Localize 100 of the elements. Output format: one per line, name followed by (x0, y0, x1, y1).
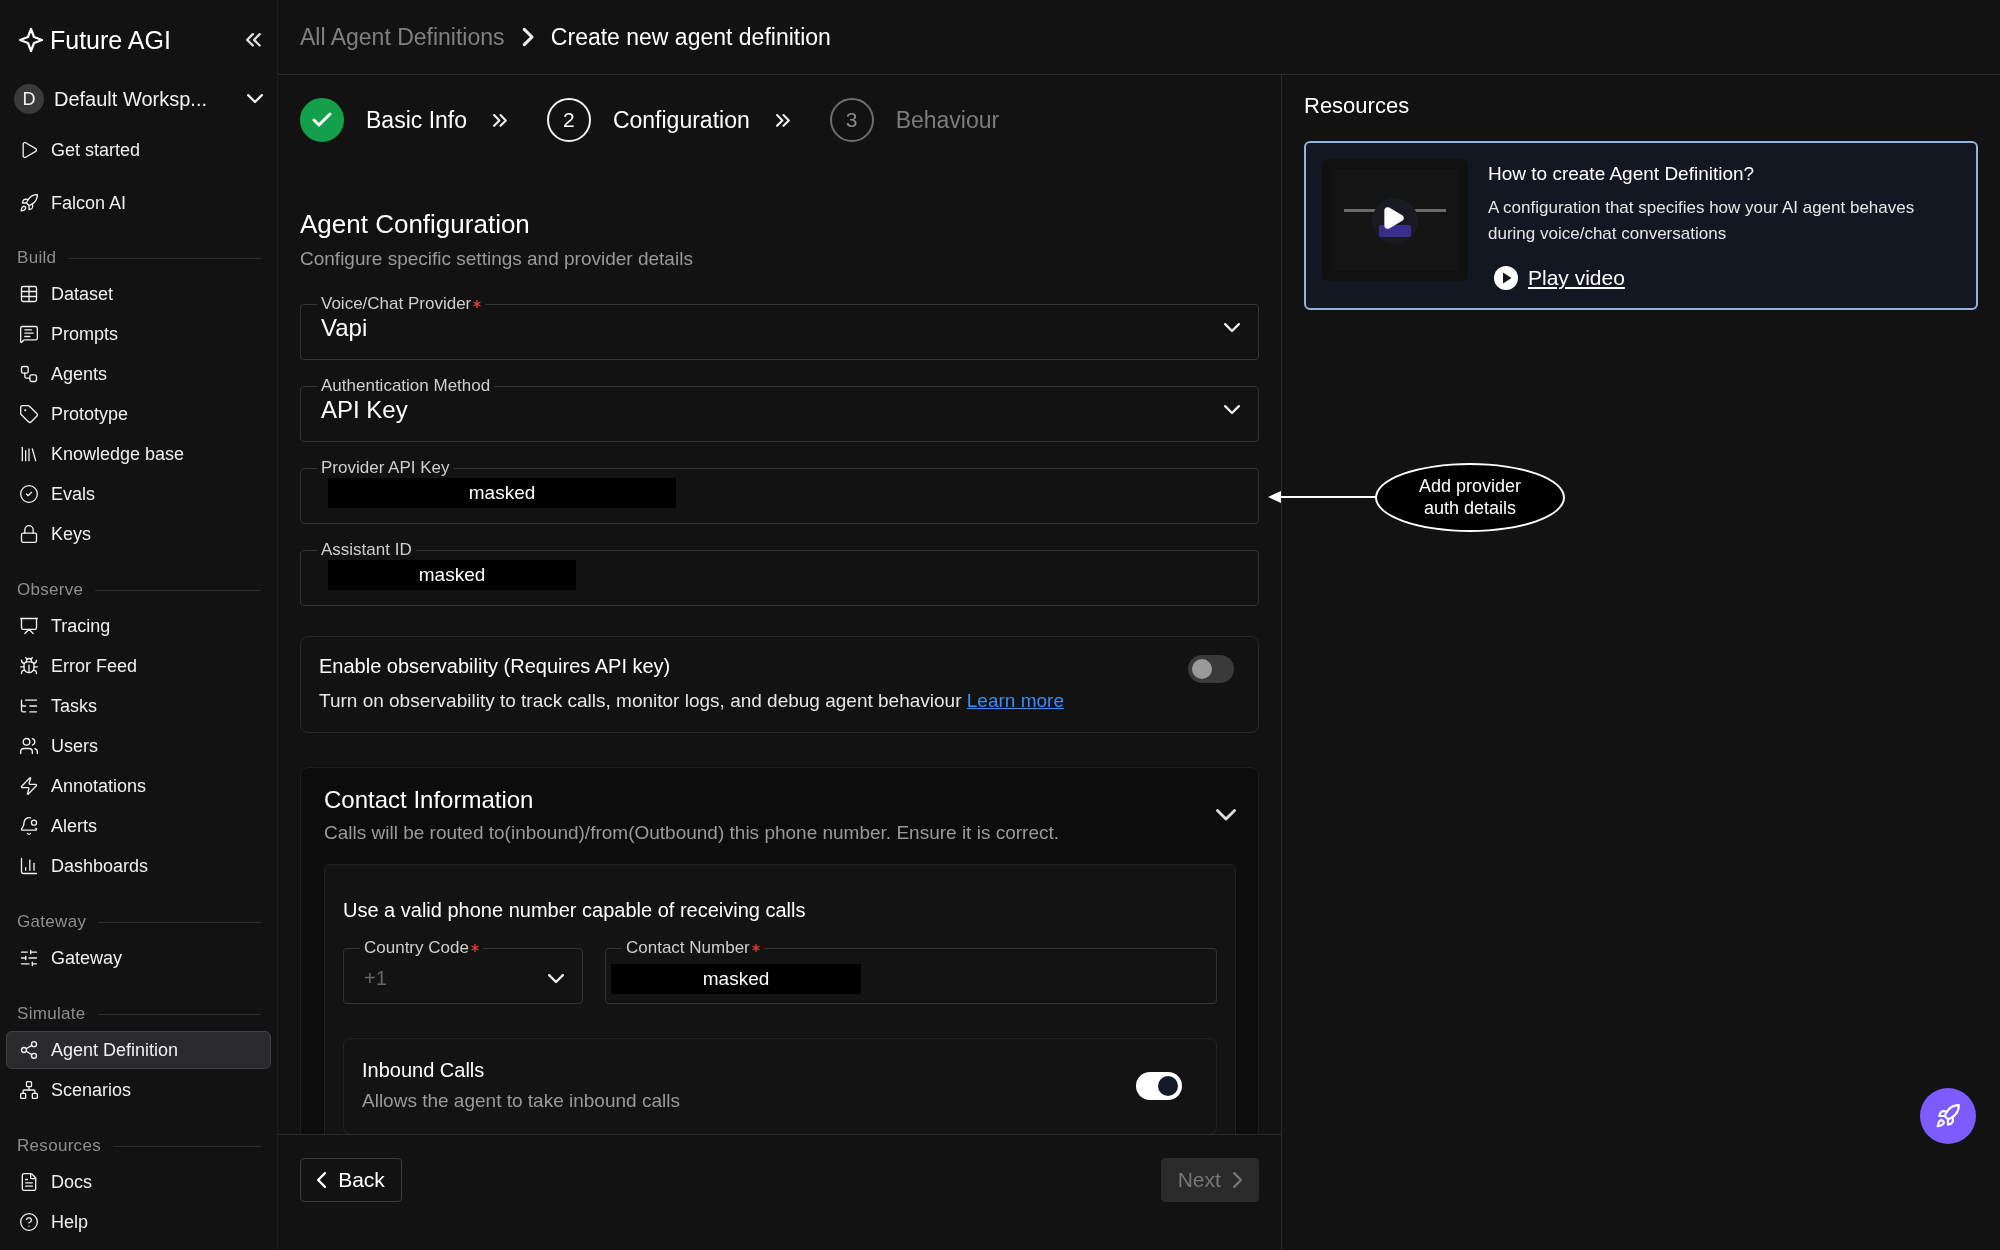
step-label: Behaviour (895, 106, 1000, 134)
step-indicator: 2 (546, 98, 591, 142)
presentation-icon (19, 616, 39, 636)
sidebar-item[interactable]: Evals (6, 475, 271, 513)
field-label: Contact Number (622, 938, 764, 958)
bug-icon (19, 656, 39, 676)
section-title: Simulate (17, 1004, 86, 1024)
chevron-right-icon (522, 28, 533, 46)
callout-bubble: Add provider auth details (1375, 463, 1565, 532)
masked-value: masked (328, 478, 676, 508)
section-title: Gateway (17, 912, 87, 932)
sidebar-item[interactable]: Knowledge base (6, 435, 271, 473)
sidebar-item[interactable]: Prototype (6, 395, 271, 433)
sliders-icon (19, 948, 39, 968)
toggle-switch[interactable] (1188, 655, 1234, 683)
help-icon (19, 1212, 39, 1232)
card-description: Turn on observability to track calls, monitor logs, and debug agent behaviour Learn more (319, 690, 1064, 712)
sidebar-item[interactable]: Agent Definition (6, 1031, 271, 1069)
input-field[interactable]: Contact Number masked (605, 938, 1217, 1004)
share-icon (19, 1040, 39, 1060)
sidebar-item[interactable]: Tracing (6, 607, 271, 645)
assistant-button[interactable] (1920, 1088, 1976, 1144)
sidebar-item[interactable]: Users (6, 727, 271, 765)
input-field[interactable]: Provider API Key masked (300, 458, 1259, 524)
network-icon (19, 1080, 39, 1100)
select-field[interactable]: Voice/Chat Provider Vapi (300, 294, 1259, 360)
select-field[interactable]: Country Code +1 (343, 938, 583, 1004)
sidebar-item[interactable]: Alerts (6, 807, 271, 845)
collapse-sidebar-button[interactable] (246, 33, 261, 47)
field-label: Assistant ID (320, 540, 413, 560)
sidebar-item[interactable]: Tasks (6, 687, 271, 725)
play-circle-icon (1494, 266, 1518, 290)
sidebar-item[interactable]: Docs (6, 1163, 271, 1201)
bar-chart-icon (19, 856, 39, 876)
section-heading: Agent Configuration (300, 209, 531, 240)
chevron-down-icon (1216, 809, 1236, 821)
sidebar-item[interactable]: Get started (6, 131, 271, 169)
panel-title: Resources (1304, 93, 1411, 119)
sparkle-icon (18, 27, 44, 53)
field-label: Provider API Key (320, 458, 451, 478)
sidebar-item[interactable]: Dashboards (6, 847, 271, 885)
field-label: Voice/Chat Provider (317, 294, 486, 314)
rocket-icon (19, 193, 39, 213)
sidebar-item[interactable]: Keys (6, 515, 271, 553)
sidebar-item[interactable]: Annotations (6, 767, 271, 805)
sidebar-item[interactable]: Gateway (6, 939, 271, 977)
input-field[interactable]: Assistant ID masked (300, 540, 1259, 606)
card-description: A configuration that specifies how your AI agent behaves during voice/chat conversations (1488, 197, 1916, 245)
section-title: Build (17, 248, 57, 268)
section-subtitle: Configure specific settings and provider details (300, 248, 694, 270)
sidebar-item[interactable]: Help (6, 1203, 271, 1241)
card-title: Inbound Calls (362, 1059, 486, 1082)
bell-icon (19, 816, 39, 836)
lightning-icon (19, 776, 39, 796)
back-button[interactable]: Back (300, 1158, 402, 1202)
double-chevron-icon (246, 33, 261, 47)
collapse-button[interactable] (1216, 809, 1236, 821)
card-title: How to create Agent Definition? (1488, 163, 1756, 185)
field-label: Authentication Method (320, 376, 492, 396)
workspace-selector[interactable]: D Default Worksp... (6, 80, 271, 118)
step-label: Basic Info (366, 106, 467, 134)
chat-icon (19, 324, 39, 344)
lock-icon (19, 524, 39, 544)
field-label: Country Code (360, 938, 483, 958)
section-title: Observe (17, 580, 84, 600)
books-icon (19, 444, 39, 464)
chevron-down-icon (548, 973, 564, 984)
workflow-icon (19, 364, 39, 384)
masked-value: masked (328, 560, 576, 590)
tag-icon (19, 404, 39, 424)
chevron-left-icon (317, 1172, 327, 1188)
chevron-down-icon (1224, 405, 1240, 415)
masked-value: masked (611, 963, 861, 994)
rocket-icon (1935, 1103, 1961, 1129)
card-title: Contact Information (324, 786, 535, 814)
double-chevron-icon (493, 113, 507, 127)
learn-more-link[interactable]: Learn more (966, 690, 1064, 711)
brand-logo: Future AGI (18, 25, 171, 55)
section-title: Resources (17, 1136, 101, 1156)
toggle-switch[interactable] (1136, 1071, 1182, 1100)
sidebar-item[interactable]: Dataset (6, 275, 271, 313)
sidebar-item[interactable]: Falcon AI (6, 184, 271, 222)
breadcrumb-link[interactable]: All Agent Definitions (300, 23, 505, 51)
step-indicator: 3 (829, 98, 874, 142)
check-circle-icon (19, 484, 39, 504)
select-field[interactable]: Authentication Method API Key (300, 376, 1259, 442)
workspace-avatar: D (14, 84, 44, 114)
play-video-link[interactable]: Play video (1494, 266, 1958, 290)
chevron-down-icon (247, 94, 263, 104)
sidebar-item[interactable]: Scenarios (6, 1071, 271, 1109)
sidebar-item[interactable]: Error Feed (6, 647, 271, 685)
breadcrumb-current: Create new agent definition (550, 23, 831, 51)
sidebar-item[interactable]: Prompts (6, 315, 271, 353)
double-chevron-icon (775, 113, 790, 127)
step-label: Configuration (612, 106, 750, 134)
chevron-down-icon (1224, 323, 1240, 333)
table-icon (19, 284, 39, 304)
chevron-right-icon (1232, 1172, 1242, 1188)
card-description: Calls will be routed to(inbound)/from(Outbound) this phone number. Ensure it is correct. (324, 822, 1060, 844)
sidebar-item[interactable]: Agents (6, 355, 271, 393)
